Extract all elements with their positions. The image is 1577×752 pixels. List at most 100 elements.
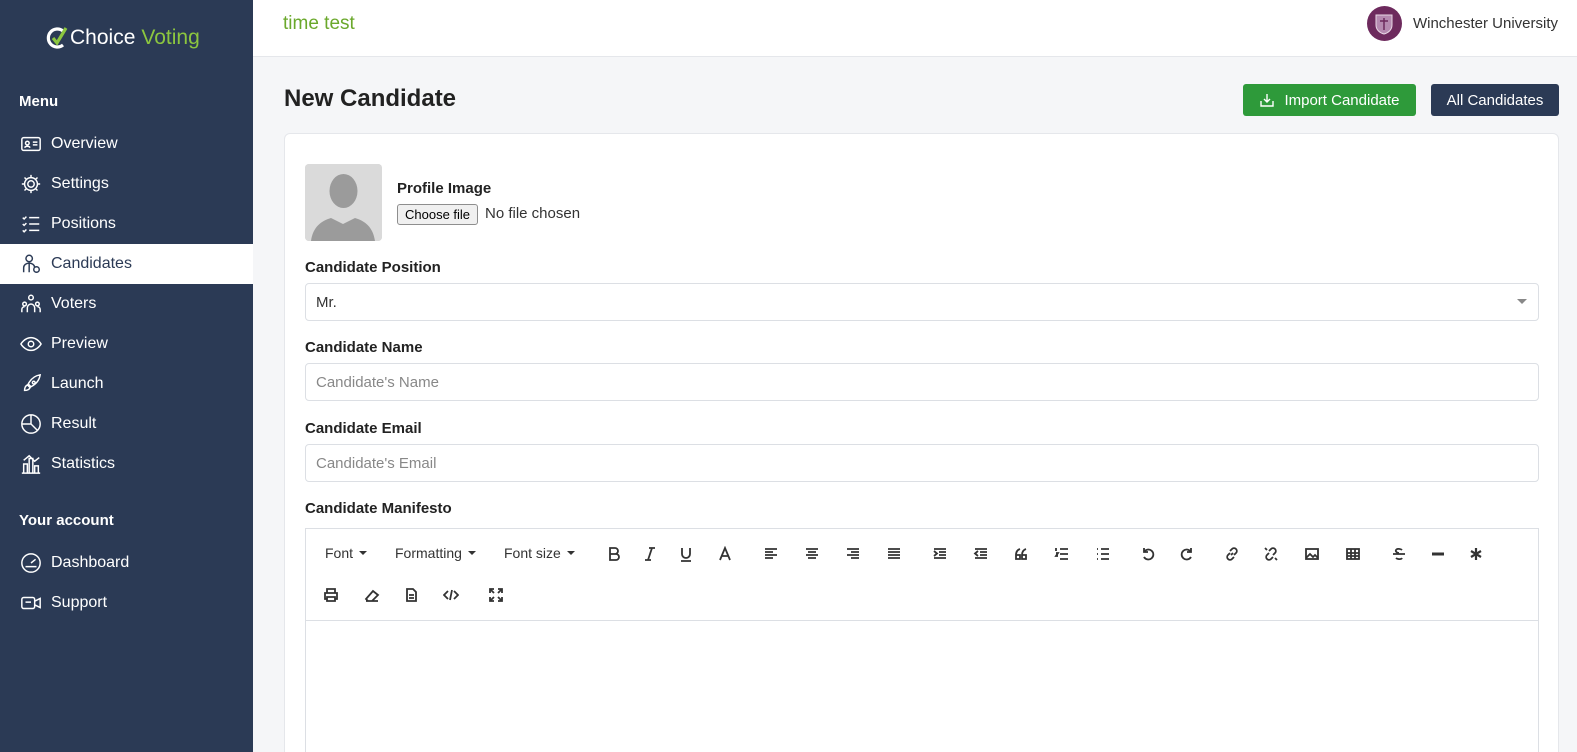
print-button[interactable] [319,583,343,607]
special-char-button[interactable] [1464,542,1488,566]
undo-button[interactable] [1136,542,1160,566]
table-icon [1346,548,1360,560]
sidebar-item-voters[interactable]: Voters [0,284,253,324]
sidebar-item-label: Dashboard [51,554,130,571]
underline-button[interactable] [674,542,698,566]
profile-placeholder-image[interactable] [305,164,382,241]
font-size-dropdown-label: Font size [504,545,561,561]
strikethrough-button[interactable] [1387,542,1411,566]
link-icon [1226,547,1238,561]
sidebar-item-dashboard[interactable]: Dashboard [0,543,253,583]
unordered-list-icon [1097,548,1109,560]
source-code-button[interactable] [439,583,463,607]
document-icon [406,588,417,602]
email-label: Candidate Email [305,420,422,437]
ordered-list-button[interactable] [1050,542,1074,566]
caret-down-icon [566,551,575,555]
justify-icon [888,548,900,559]
bold-button[interactable] [602,542,626,566]
caret-down-icon [359,551,368,555]
account-heading: Your account [19,512,114,529]
profile-image-label: Profile Image [397,180,492,197]
sidebar-item-label: Candidates [51,255,132,272]
redo-button[interactable] [1175,542,1199,566]
editor-toolbar: Font Formatting Font size [306,529,1538,621]
sidebar-item-candidates[interactable]: Candidates [0,244,253,284]
indent-button[interactable] [928,542,952,566]
clear-format-button[interactable] [360,583,384,607]
align-right-button[interactable] [841,542,865,566]
pie-chart-icon [19,413,42,436]
align-center-button[interactable] [800,542,824,566]
candidate-email-input[interactable]: Candidate's Email [305,444,1539,482]
italic-icon [645,547,655,561]
font-color-button[interactable] [713,542,737,566]
font-dropdown[interactable]: Font [325,545,368,561]
align-left-button[interactable] [759,542,783,566]
image-icon [1305,548,1319,560]
sidebar-item-preview[interactable]: Preview [0,324,253,364]
sidebar-item-support[interactable]: Support [0,583,253,623]
redo-icon [1180,548,1192,561]
fullscreen-button[interactable] [484,583,508,607]
eraser-icon [364,589,380,602]
blockquote-button[interactable] [1009,542,1033,566]
eye-icon [19,333,42,356]
italic-button[interactable] [638,542,662,566]
font-size-dropdown[interactable]: Font size [504,545,575,561]
list-icon [19,213,42,236]
strikethrough-icon [1393,547,1405,561]
logo-word-voting: Voting [141,26,200,49]
page-title: New Candidate [284,85,457,112]
editor-content-area[interactable] [306,622,1538,752]
unordered-list-button[interactable] [1091,542,1115,566]
sidebar-item-label: Support [51,594,108,611]
logo-word-choice: Choice [70,26,136,49]
formatting-dropdown[interactable]: Formatting [395,545,476,561]
sidebar-item-positions[interactable]: Positions [0,204,253,244]
horizontal-rule-button[interactable] [1426,542,1450,566]
link-button[interactable] [1220,542,1244,566]
outdent-button[interactable] [969,542,993,566]
election-title[interactable]: time test [283,13,355,35]
sidebar-item-label: Launch [51,375,104,392]
unlink-button[interactable] [1259,542,1283,566]
sidebar-item-launch[interactable]: Launch [0,364,253,404]
speedometer-icon [19,552,42,575]
manifesto-label: Candidate Manifesto [305,500,452,517]
image-button[interactable] [1300,542,1324,566]
unlink-icon [1264,547,1278,561]
sidebar-item-settings[interactable]: Settings [0,164,253,204]
underline-icon [681,548,691,562]
support-icon [19,592,42,615]
font-color-icon [719,546,731,561]
sidebar-item-overview[interactable]: Overview [0,124,253,164]
file-status-text: No file chosen [485,205,581,222]
indent-icon [933,548,946,559]
organization-avatar [1366,6,1402,41]
manifesto-editor: Font Formatting Font size [305,528,1539,752]
choose-file-button[interactable]: Choose file [397,204,479,225]
sidebar-item-label: Voters [51,295,97,312]
sidebar-item-result[interactable]: Result [0,404,253,444]
logo-check-icon [46,27,68,49]
caret-down-icon [467,551,476,555]
position-selected-value: Mr. [316,293,337,311]
table-button[interactable] [1341,542,1365,566]
import-icon [1260,94,1275,107]
organization-menu[interactable]: Winchester University [1366,6,1558,41]
justify-button[interactable] [882,542,906,566]
sidebar-item-statistics[interactable]: Statistics [0,444,253,484]
position-label: Candidate Position [305,259,441,276]
rocket-icon [19,373,42,396]
import-candidate-button[interactable]: Import Candidate [1243,84,1416,116]
top-bar: time test Winchester University [253,0,1577,57]
name-label: Candidate Name [305,339,423,356]
asterisk-icon [1470,548,1482,560]
all-candidates-button[interactable]: All Candidates [1431,84,1559,116]
candidate-name-input[interactable]: Candidate's Name [305,363,1539,401]
new-document-button[interactable] [399,583,423,607]
position-select[interactable]: Mr. [305,283,1539,321]
gear-icon [19,173,42,196]
app-logo[interactable]: Choice Voting [46,24,200,52]
